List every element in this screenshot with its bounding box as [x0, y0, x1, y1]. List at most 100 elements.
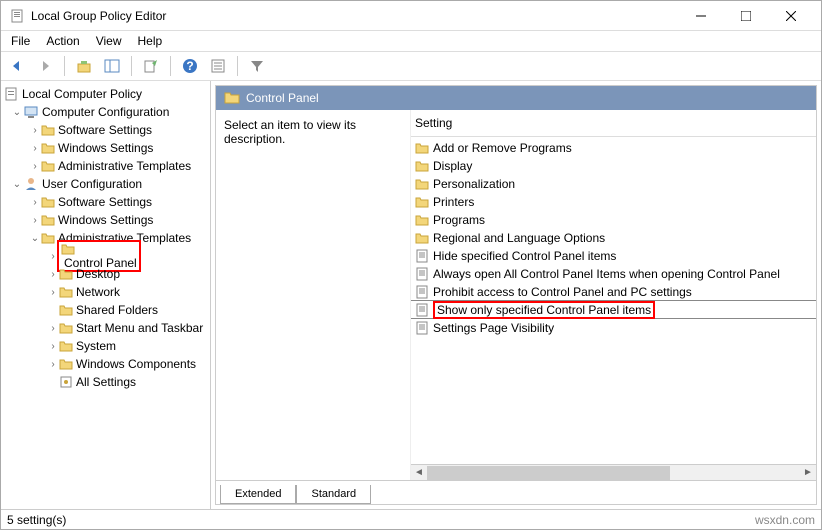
properties-button[interactable]	[207, 55, 229, 77]
tree-root[interactable]: Local Computer Policy	[1, 85, 210, 103]
list-row[interactable]: Prohibit access to Control Panel and PC …	[411, 283, 816, 301]
list-row[interactable]: Settings Page Visibility	[411, 319, 816, 337]
scroll-thumb[interactable]	[427, 466, 670, 480]
menu-file[interactable]: File	[11, 34, 30, 48]
close-button[interactable]	[768, 2, 813, 30]
scroll-left-arrow[interactable]: ◄	[411, 467, 427, 478]
folder-icon	[59, 285, 73, 299]
tree-allset[interactable]: All Settings	[1, 373, 210, 391]
tab-standard[interactable]: Standard	[296, 485, 371, 504]
tree-system[interactable]: ›System	[1, 337, 210, 355]
folder-icon	[415, 177, 429, 191]
tree-uc-sw[interactable]: ›Software Settings	[1, 193, 210, 211]
folder-icon	[59, 357, 73, 371]
expand-icon[interactable]: ›	[47, 269, 59, 280]
view-tabs: Extended Standard	[216, 480, 816, 504]
expand-icon[interactable]: ›	[47, 359, 59, 370]
tree-shared[interactable]: Shared Folders	[1, 301, 210, 319]
tree-cc-at[interactable]: ›Administrative Templates	[1, 157, 210, 175]
collapse-icon[interactable]: ⌄	[11, 107, 23, 118]
list-row[interactable]: Printers	[411, 193, 816, 211]
back-button[interactable]	[6, 55, 28, 77]
tree-control-panel[interactable]: ›Control Panel	[1, 247, 210, 265]
list-row[interactable]: Always open All Control Panel Items when…	[411, 265, 816, 283]
titlebar: Local Group Policy Editor	[1, 1, 821, 31]
tree-uc-win[interactable]: › Windows Settings	[1, 211, 210, 229]
folder-icon	[41, 141, 55, 155]
list-row[interactable]: Programs	[411, 211, 816, 229]
toolbar-separator	[64, 56, 65, 76]
expand-icon[interactable]: ›	[47, 287, 59, 298]
show-hide-tree-button[interactable]	[101, 55, 123, 77]
policy-icon	[415, 285, 429, 299]
tree-label: Computer Configuration	[42, 105, 169, 119]
folder-icon	[41, 213, 55, 227]
expand-icon[interactable]: ›	[47, 323, 59, 334]
folder-icon	[59, 339, 73, 353]
minimize-button[interactable]	[678, 2, 723, 30]
user-icon	[23, 176, 39, 192]
watermark: wsxdn.com	[755, 513, 815, 527]
list-item-label: Prohibit access to Control Panel and PC …	[433, 285, 692, 299]
folder-icon	[59, 321, 73, 335]
collapse-icon[interactable]: ⌄	[11, 179, 23, 190]
export-button[interactable]	[140, 55, 162, 77]
details-header-title: Control Panel	[246, 91, 319, 105]
list-item-label: Add or Remove Programs	[433, 141, 572, 155]
tree-label: Shared Folders	[76, 303, 158, 317]
folder-icon	[415, 195, 429, 209]
folder-icon	[61, 242, 137, 256]
list-item-label: Programs	[433, 213, 485, 227]
tree-label: Local Computer Policy	[22, 87, 142, 101]
list-item-label: Printers	[433, 195, 474, 209]
tree-cc-sw[interactable]: ›Software Settings	[1, 121, 210, 139]
list-row[interactable]: Regional and Language Options	[411, 229, 816, 247]
horizontal-scrollbar[interactable]: ◄ ►	[411, 464, 816, 480]
scroll-right-arrow[interactable]: ►	[800, 467, 816, 478]
up-button[interactable]	[73, 55, 95, 77]
tree-label: Start Menu and Taskbar	[76, 321, 203, 335]
policy-icon	[3, 86, 19, 102]
tree-label: Network	[76, 285, 120, 299]
list-item-label: Settings Page Visibility	[433, 321, 554, 335]
maximize-button[interactable]	[723, 2, 768, 30]
menubar: File Action View Help	[1, 31, 821, 51]
tree-label: Windows Settings	[58, 213, 153, 227]
list-row[interactable]: Personalization	[411, 175, 816, 193]
forward-button[interactable]	[34, 55, 56, 77]
expand-icon[interactable]: ›	[29, 197, 41, 208]
list-item-label: Show only specified Control Panel items	[433, 301, 655, 319]
filter-button[interactable]	[246, 55, 268, 77]
toolbar-separator	[237, 56, 238, 76]
tree-desktop[interactable]: ›Desktop	[1, 265, 210, 283]
list-item-label: Hide specified Control Panel items	[433, 249, 616, 263]
list-item-label: Display	[433, 159, 472, 173]
expand-icon[interactable]: ›	[29, 161, 41, 172]
column-header-setting[interactable]: Setting	[411, 110, 816, 137]
menu-help[interactable]: Help	[138, 34, 163, 48]
tree-cc-win[interactable]: ›Windows Settings	[1, 139, 210, 157]
expand-icon[interactable]: ›	[29, 125, 41, 136]
collapse-icon[interactable]: ⌄	[29, 233, 41, 244]
main-area: Local Computer Policy ⌄ Computer Configu…	[1, 81, 821, 509]
tree-start[interactable]: › Start Menu and Taskbar	[1, 319, 210, 337]
menu-view[interactable]: View	[96, 34, 122, 48]
expand-icon[interactable]: ›	[29, 143, 41, 154]
help-button[interactable]: ?	[179, 55, 201, 77]
tree-cc[interactable]: ⌄ Computer Configuration	[1, 103, 210, 121]
folder-icon	[41, 123, 55, 137]
list-row[interactable]: Display	[411, 157, 816, 175]
tree-label: User Configuration	[42, 177, 142, 191]
expand-icon[interactable]: ›	[29, 215, 41, 226]
expand-icon[interactable]: ›	[47, 341, 59, 352]
list-row[interactable]: Add or Remove Programs	[411, 139, 816, 157]
tree-wincomp[interactable]: ›Windows Components	[1, 355, 210, 373]
list-row[interactable]: Hide specified Control Panel items	[411, 247, 816, 265]
status-text: 5 setting(s)	[7, 513, 66, 527]
tree-uc[interactable]: ⌄ User Configuration	[1, 175, 210, 193]
folder-icon	[41, 159, 55, 173]
tree-network[interactable]: › Network	[1, 283, 210, 301]
list-row[interactable]: Show only specified Control Panel items	[411, 301, 816, 319]
tab-extended[interactable]: Extended	[220, 485, 296, 504]
menu-action[interactable]: Action	[46, 34, 79, 48]
